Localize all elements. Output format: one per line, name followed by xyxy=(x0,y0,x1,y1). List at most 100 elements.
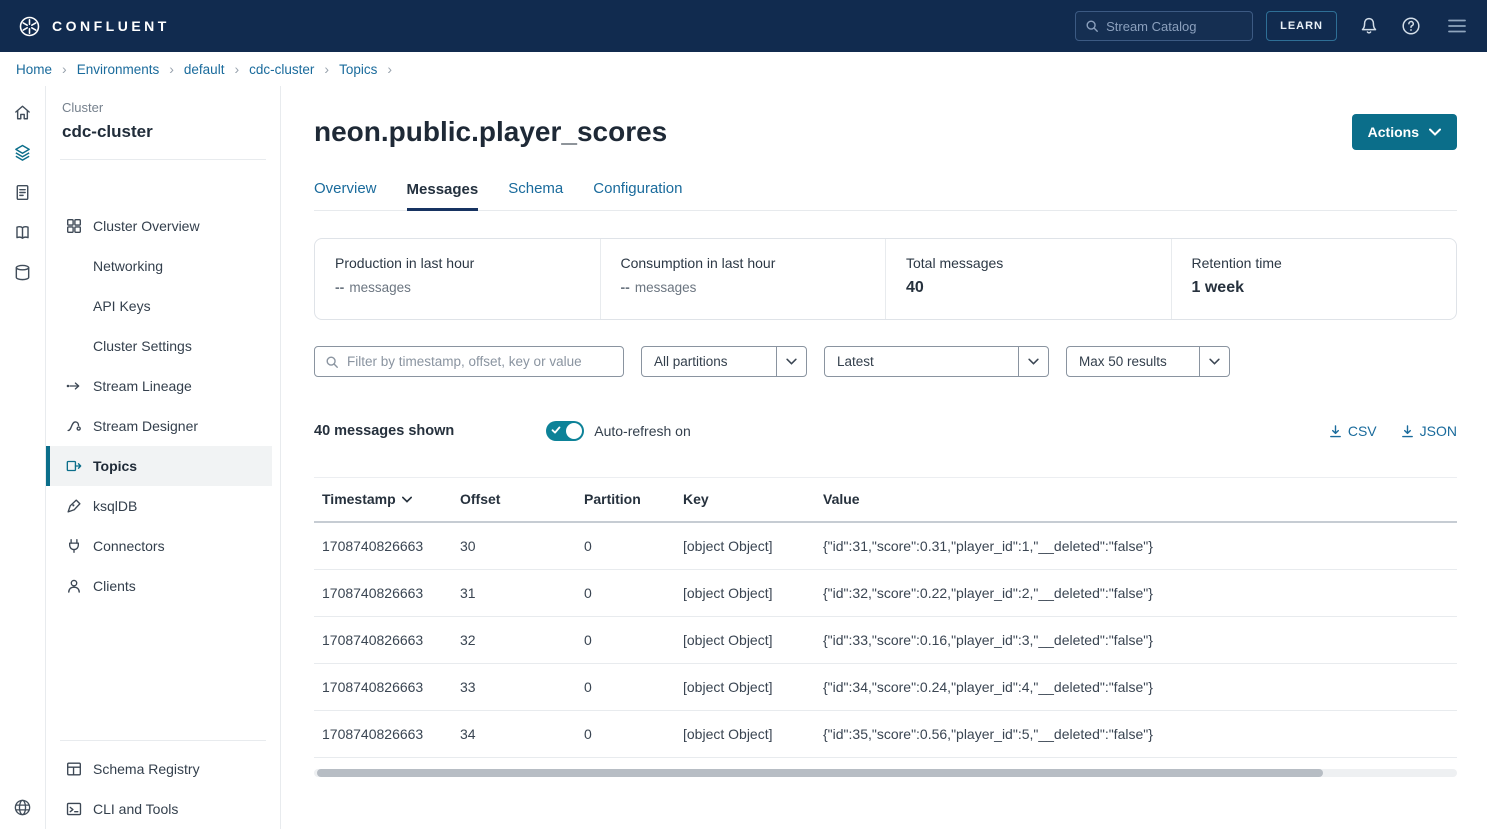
auto-refresh-toggle[interactable] xyxy=(546,421,584,441)
order-select[interactable]: Latest xyxy=(824,346,1049,377)
search-icon xyxy=(325,355,339,369)
tab-configuration[interactable]: Configuration xyxy=(593,180,682,210)
sidebar-item-label: Networking xyxy=(93,258,163,274)
sidebar-item-cluster-overview[interactable]: Cluster Overview xyxy=(46,206,272,246)
message-row[interactable]: 1708740826663 31 0 [object Object] {"id"… xyxy=(314,570,1457,617)
ksqldb-icon xyxy=(65,497,83,515)
cell-offset: 30 xyxy=(452,522,576,570)
tab-messages[interactable]: Messages xyxy=(407,180,479,211)
message-row[interactable]: 1708740826663 34 0 [object Object] {"id"… xyxy=(314,711,1457,758)
breadcrumb-separator: › xyxy=(387,62,392,76)
messages-table: Timestamp Offset Partition Key Value 170… xyxy=(314,477,1457,758)
help-button[interactable] xyxy=(1401,16,1421,36)
confluent-logo-icon xyxy=(18,15,41,38)
learn-button[interactable]: LEARN xyxy=(1266,11,1337,41)
cell-timestamp: 1708740826663 xyxy=(314,522,452,570)
rail-region-button[interactable] xyxy=(13,797,32,817)
cell-value: {"id":34,"score":0.24,"player_id":4,"__d… xyxy=(815,664,1457,711)
message-row[interactable]: 1708740826663 33 0 [object Object] {"id"… xyxy=(314,664,1457,711)
breadcrumb-topics[interactable]: Topics xyxy=(339,62,377,77)
toggle-knob xyxy=(566,423,582,439)
cell-timestamp: 1708740826663 xyxy=(314,711,452,758)
book-icon xyxy=(13,223,32,242)
column-header-partition: Partition xyxy=(576,478,675,523)
sidebar-divider xyxy=(60,740,266,741)
cell-partition: 0 xyxy=(576,711,675,758)
actions-button[interactable]: Actions xyxy=(1352,114,1457,150)
terminal-icon xyxy=(65,800,83,818)
message-filter-input[interactable] xyxy=(347,354,613,369)
main-menu-button[interactable] xyxy=(1447,18,1467,34)
partition-select-value: All partitions xyxy=(642,354,776,369)
limit-select[interactable]: Max 50 results xyxy=(1066,346,1230,377)
stat-retention-time: Retention time 1 week xyxy=(1171,239,1457,319)
message-row[interactable]: 1708740826663 30 0 [object Object] {"id"… xyxy=(314,522,1457,570)
cell-timestamp: 1708740826663 xyxy=(314,570,452,617)
stream-catalog-search-input[interactable] xyxy=(1106,19,1243,34)
breadcrumb-environments[interactable]: Environments xyxy=(77,62,160,77)
download-csv-link[interactable]: CSV xyxy=(1329,423,1377,439)
sidebar-item-api-keys[interactable]: API Keys xyxy=(46,286,272,326)
clients-icon xyxy=(65,577,83,595)
rail-data-button[interactable] xyxy=(13,262,32,282)
limit-select-value: Max 50 results xyxy=(1067,354,1199,369)
tab-overview[interactable]: Overview xyxy=(314,180,377,210)
sidebar-item-cluster-settings[interactable]: Cluster Settings xyxy=(46,326,272,366)
breadcrumb-cdc-cluster[interactable]: cdc-cluster xyxy=(249,62,314,77)
sidebar-item-cli-and-tools[interactable]: CLI and Tools xyxy=(46,789,272,829)
cell-partition: 0 xyxy=(576,617,675,664)
stat-value: 1 week xyxy=(1192,279,1244,296)
sidebar-item-networking[interactable]: Networking xyxy=(46,246,272,286)
cell-offset: 33 xyxy=(452,664,576,711)
sidebar-item-stream-designer[interactable]: Stream Designer xyxy=(46,406,272,446)
breadcrumb-default[interactable]: default xyxy=(184,62,225,77)
column-header-timestamp[interactable]: Timestamp xyxy=(314,478,452,523)
sidebar-bottom-menu: Schema Registry CLI and Tools xyxy=(46,723,280,829)
help-icon xyxy=(1401,16,1421,36)
breadcrumb-separator: › xyxy=(169,62,174,76)
message-filter-search[interactable] xyxy=(314,346,624,377)
cell-key: [object Object] xyxy=(675,570,815,617)
partition-select[interactable]: All partitions xyxy=(641,346,807,377)
stat-value: -- xyxy=(621,279,630,295)
globe-icon xyxy=(13,798,32,817)
sidebar-item-label: API Keys xyxy=(93,298,151,314)
cell-value: {"id":35,"score":0.56,"player_id":5,"__d… xyxy=(815,711,1457,758)
sidebar-item-clients[interactable]: Clients xyxy=(46,566,272,606)
rail-billing-button[interactable] xyxy=(13,182,32,202)
cell-value: {"id":33,"score":0.16,"player_id":3,"__d… xyxy=(815,617,1457,664)
horizontal-scrollbar-track[interactable] xyxy=(314,769,1457,777)
confluent-logo[interactable]: CONFLUENT xyxy=(18,15,170,38)
column-header-key: Key xyxy=(675,478,815,523)
stat-value: 40 xyxy=(906,279,924,296)
stat-unit: messages xyxy=(635,280,697,295)
sidebar-item-topics[interactable]: Topics xyxy=(46,446,272,486)
stream-catalog-search[interactable] xyxy=(1075,11,1253,41)
cell-offset: 31 xyxy=(452,570,576,617)
download-icon xyxy=(1329,425,1342,438)
rail-environments-button[interactable] xyxy=(13,142,32,162)
sidebar-item-label: Topics xyxy=(93,458,137,474)
sidebar-item-ksqldb[interactable]: ksqlDB xyxy=(46,486,272,526)
sort-chevron-icon xyxy=(402,490,412,506)
message-row[interactable]: 1708740826663 32 0 [object Object] {"id"… xyxy=(314,617,1457,664)
hamburger-icon xyxy=(1447,18,1467,34)
designer-icon xyxy=(65,417,83,435)
sidebar-item-label: CLI and Tools xyxy=(93,801,178,817)
document-icon xyxy=(13,183,32,202)
sidebar-item-label: Stream Lineage xyxy=(93,378,192,394)
breadcrumb-home[interactable]: Home xyxy=(16,62,52,77)
sidebar-item-stream-lineage[interactable]: Stream Lineage xyxy=(46,366,272,406)
notifications-button[interactable] xyxy=(1359,16,1379,36)
stat-label: Consumption in last hour xyxy=(621,255,886,271)
horizontal-scrollbar-thumb[interactable] xyxy=(317,769,1323,777)
stat-production: Production in last hour --messages xyxy=(315,239,600,319)
rail-catalog-button[interactable] xyxy=(13,222,32,242)
stat-unit: messages xyxy=(349,280,411,295)
sidebar-item-schema-registry[interactable]: Schema Registry xyxy=(46,749,272,789)
rail-home-button[interactable] xyxy=(13,102,32,122)
icon-rail xyxy=(0,86,46,829)
sidebar-item-connectors[interactable]: Connectors xyxy=(46,526,272,566)
download-json-link[interactable]: JSON xyxy=(1401,423,1457,439)
tab-schema[interactable]: Schema xyxy=(508,180,563,210)
